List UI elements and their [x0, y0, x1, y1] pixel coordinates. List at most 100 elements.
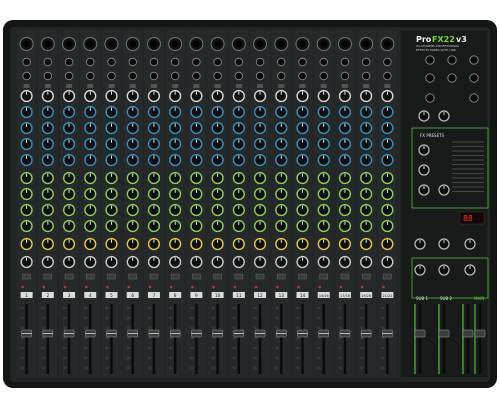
- channel-switch[interactable]: [235, 84, 242, 88]
- line-input-jack[interactable]: [170, 57, 180, 67]
- insert-jack[interactable]: [128, 71, 137, 81]
- mute-button[interactable]: [213, 273, 222, 280]
- line-input-jack[interactable]: [149, 57, 159, 67]
- channel-strip: 11: [228, 30, 249, 378]
- line-input-jack[interactable]: [361, 57, 371, 67]
- channel-switch[interactable]: [66, 84, 73, 88]
- insert-jack[interactable]: [255, 71, 265, 81]
- mute-button[interactable]: [192, 273, 201, 280]
- brand-subtitle-2: EFFECTS MIXER WITH USB: [416, 48, 456, 52]
- channel-strip: 15/16: [313, 30, 334, 378]
- insert-jack[interactable]: [43, 71, 53, 81]
- mute-button[interactable]: [43, 273, 53, 280]
- channel-strip: 14: [292, 30, 313, 378]
- channel-switch[interactable]: [44, 84, 51, 88]
- line-input-jack[interactable]: [64, 57, 74, 67]
- line-input-jack[interactable]: [107, 57, 116, 67]
- insert-jack[interactable]: [149, 71, 159, 81]
- output-jack[interactable]: [469, 93, 479, 103]
- channel-number: 13: [279, 293, 285, 298]
- line-input-jack[interactable]: [383, 57, 392, 67]
- channel-switch[interactable]: [278, 84, 285, 88]
- master-fader-cap[interactable]: [462, 329, 474, 338]
- channel-switch[interactable]: [172, 84, 179, 88]
- output-jack[interactable]: [447, 55, 457, 65]
- insert-jack[interactable]: [170, 71, 180, 81]
- line-input-jack[interactable]: [319, 57, 328, 67]
- insert-jack[interactable]: [340, 71, 350, 81]
- channel-switch[interactable]: [129, 84, 136, 88]
- channel-switch[interactable]: [341, 84, 348, 88]
- channel-switch[interactable]: [150, 84, 157, 88]
- master-fader-slot: [442, 304, 446, 374]
- channel-switch[interactable]: [299, 84, 306, 88]
- line-input-jack[interactable]: [213, 57, 222, 67]
- insert-jack[interactable]: [298, 71, 307, 81]
- mute-button[interactable]: [234, 273, 244, 280]
- xlr-input-center: [65, 40, 73, 48]
- xlr-input-center: [44, 40, 52, 48]
- master-fader-cap[interactable]: [438, 329, 450, 338]
- insert-jack[interactable]: [22, 71, 31, 81]
- channel-switch[interactable]: [23, 84, 30, 88]
- mute-button[interactable]: [170, 273, 180, 280]
- channel-switch[interactable]: [108, 84, 115, 88]
- master-fader-cap[interactable]: [474, 329, 486, 338]
- brand-prefix: Pro: [416, 35, 432, 44]
- channel-switch[interactable]: [384, 84, 391, 88]
- fader-slot: [237, 304, 241, 374]
- mute-button[interactable]: [319, 273, 328, 280]
- master-fader-cap[interactable]: [414, 329, 426, 338]
- output-jack[interactable]: [469, 73, 479, 83]
- mute-button[interactable]: [107, 273, 116, 280]
- insert-jack[interactable]: [234, 71, 244, 81]
- insert-jack[interactable]: [86, 71, 95, 81]
- main-label: MAIN: [474, 296, 484, 301]
- line-input-jack[interactable]: [298, 57, 307, 67]
- insert-jack[interactable]: [192, 71, 201, 81]
- channel-switch[interactable]: [193, 84, 200, 88]
- output-jack[interactable]: [425, 73, 435, 83]
- insert-jack[interactable]: [277, 71, 286, 81]
- insert-jack[interactable]: [213, 71, 222, 81]
- line-input-jack[interactable]: [86, 57, 95, 67]
- channel-switch[interactable]: [257, 84, 264, 88]
- line-input-jack[interactable]: [340, 57, 350, 67]
- line-input-jack[interactable]: [128, 57, 137, 67]
- fader-slot: [131, 304, 134, 374]
- insert-jack[interactable]: [361, 71, 371, 81]
- mute-button[interactable]: [298, 273, 307, 280]
- mute-button[interactable]: [64, 273, 74, 280]
- channel-switch[interactable]: [214, 84, 221, 88]
- mute-button[interactable]: [277, 273, 286, 280]
- line-input-jack[interactable]: [277, 57, 286, 67]
- mute-button[interactable]: [340, 273, 350, 280]
- insert-jack[interactable]: [319, 71, 328, 81]
- channel-switch[interactable]: [363, 84, 370, 88]
- mute-button[interactable]: [22, 273, 31, 280]
- mute-button[interactable]: [128, 273, 137, 280]
- mute-led: [318, 285, 322, 289]
- channel-number: 9: [195, 293, 198, 298]
- mute-button[interactable]: [149, 273, 159, 280]
- output-jack[interactable]: [469, 55, 479, 65]
- line-input-jack[interactable]: [192, 57, 201, 67]
- line-input-jack[interactable]: [234, 57, 244, 67]
- channel-number: 5: [110, 293, 113, 298]
- insert-jack[interactable]: [383, 71, 392, 81]
- insert-jack[interactable]: [64, 71, 74, 81]
- output-jack[interactable]: [425, 93, 435, 103]
- output-jack[interactable]: [425, 55, 435, 65]
- channel-switch[interactable]: [87, 84, 94, 88]
- mute-button[interactable]: [255, 273, 265, 280]
- mute-button[interactable]: [383, 273, 392, 280]
- line-input-jack[interactable]: [255, 57, 265, 67]
- line-input-jack[interactable]: [22, 57, 31, 67]
- insert-jack[interactable]: [107, 71, 116, 81]
- output-jack[interactable]: [447, 73, 457, 83]
- channel-switch[interactable]: [320, 84, 327, 88]
- channel-strip: 17/18: [334, 30, 356, 378]
- line-input-jack[interactable]: [43, 57, 53, 67]
- mute-button[interactable]: [86, 273, 95, 280]
- mute-button[interactable]: [361, 273, 371, 280]
